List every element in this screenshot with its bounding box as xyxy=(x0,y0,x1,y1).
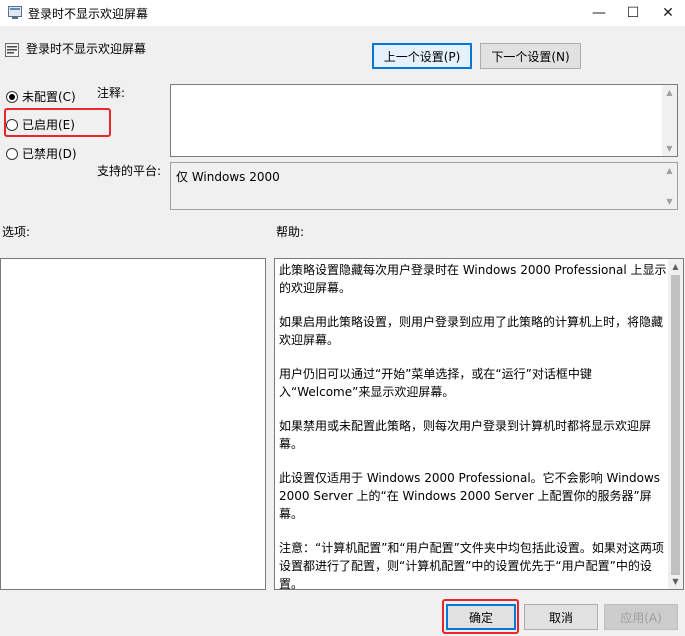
previous-setting-button[interactable]: 上一个设置(P) xyxy=(372,43,472,69)
scroll-down-icon[interactable]: ▼ xyxy=(662,194,677,209)
scroll-up-icon[interactable]: ▲ xyxy=(662,163,677,178)
scroll-thumb[interactable] xyxy=(671,275,680,575)
help-paragraph: 注意：“计算机配置”和“用户配置”文件夹中均包括此设置。如果对这两项设置都进行了… xyxy=(279,541,664,590)
policy-icon xyxy=(8,6,22,19)
close-button[interactable]: ✕ xyxy=(651,0,685,26)
help-text: 此策略设置隐藏每次用户登录时在 Windows 2000 Professiona… xyxy=(279,261,667,590)
help-paragraph: 如果启用此策略设置，则用户登录到应用了此策略的计算机上时，将隐藏欢迎屏幕。 xyxy=(279,315,664,347)
scroll-up-icon[interactable]: ▲ xyxy=(668,259,683,274)
scroll-down-icon[interactable]: ▼ xyxy=(662,141,677,156)
comment-label: 注释: xyxy=(97,86,126,100)
help-paragraph: 此设置仅适用于 Windows 2000 Professional。它不会影响 … xyxy=(279,471,661,521)
help-label: 帮助: xyxy=(276,225,305,239)
help-paragraph: 用户仍旧可以通过“开始”菜单选择，或在“运行”对话框中键入“Welcome”来显… xyxy=(279,367,592,399)
apply-button[interactable]: 应用(A) xyxy=(604,604,678,630)
comment-textarea[interactable]: ▲ ▼ xyxy=(170,84,678,157)
next-setting-button[interactable]: 下一个设置(N) xyxy=(480,43,581,69)
help-paragraph: 如果禁用或未配置此策略，则每次用户登录到计算机时都将显示欢迎屏幕。 xyxy=(279,419,652,451)
radio-circle[interactable] xyxy=(6,147,18,160)
maximize-button[interactable]: ☐ xyxy=(616,0,650,26)
setting-title: 登录时不显示欢迎屏幕 xyxy=(26,42,147,56)
platform-label: 支持的平台: xyxy=(97,164,162,178)
radio-label: 已禁用(D) xyxy=(22,147,77,161)
options-label: 选项: xyxy=(2,225,31,239)
radio-circle[interactable] xyxy=(6,90,18,103)
radio-not-configured[interactable]: 未配置(C) xyxy=(6,88,76,105)
comment-scrollbar[interactable]: ▲ ▼ xyxy=(662,85,677,156)
help-scrollbar[interactable]: ▲ ▼ xyxy=(668,259,683,589)
radio-disabled[interactable]: 已禁用(D) xyxy=(6,145,77,162)
scroll-up-icon[interactable]: ▲ xyxy=(662,85,677,100)
ok-button[interactable]: 确定 xyxy=(446,604,516,630)
radio-circle[interactable] xyxy=(6,118,18,131)
help-paragraph: 此策略设置隐藏每次用户登录时在 Windows 2000 Professiona… xyxy=(279,263,667,295)
help-panel[interactable]: 此策略设置隐藏每次用户登录时在 Windows 2000 Professiona… xyxy=(274,258,684,590)
radio-label: 未配置(C) xyxy=(22,90,76,104)
scroll-down-icon[interactable]: ▼ xyxy=(668,574,683,589)
minimize-button[interactable]: — xyxy=(582,0,616,26)
options-panel xyxy=(0,258,266,590)
cancel-button[interactable]: 取消 xyxy=(524,604,598,630)
radio-enabled[interactable]: 已启用(E) xyxy=(6,116,75,133)
platform-scrollbar[interactable]: ▲ ▼ xyxy=(662,163,677,209)
platform-value: 仅 Windows 2000 xyxy=(176,170,280,184)
window-title: 登录时不显示欢迎屏幕 xyxy=(28,7,149,21)
radio-label: 已启用(E) xyxy=(22,118,75,132)
setting-icon xyxy=(5,43,19,57)
